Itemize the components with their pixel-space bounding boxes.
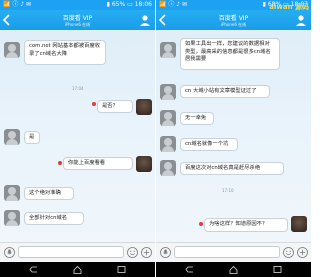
message-bubble: 全部针对cn域名 xyxy=(24,212,84,225)
contact-avatar[interactable] xyxy=(160,42,176,58)
timestamp: 17:04 xyxy=(72,86,84,91)
smiley-icon xyxy=(127,247,138,258)
recent-apps-icon xyxy=(273,266,282,273)
android-nav-bar xyxy=(0,262,155,277)
back-arrow-icon xyxy=(29,266,37,273)
unread-dot xyxy=(58,161,62,165)
timestamp: 17:10 xyxy=(222,188,234,193)
self-avatar[interactable] xyxy=(291,216,307,232)
microphone-icon xyxy=(160,247,171,258)
self-avatar[interactable] xyxy=(136,99,152,115)
android-nav-bar xyxy=(156,262,311,277)
voice-button[interactable] xyxy=(4,247,15,258)
contact-avatar[interactable] xyxy=(4,42,20,58)
more-button[interactable] xyxy=(297,247,308,258)
more-button[interactable] xyxy=(141,247,152,258)
message-bubble: 这个绝对准确 xyxy=(24,187,74,200)
left-chat-screen: 📶 ⓘ ♪ ✉ ▮ 65% ▭ 18:06 百度看 VIP iPhone6 在线… xyxy=(0,0,155,277)
nav-home-button[interactable] xyxy=(228,264,239,275)
screenshot-root: 📶 ⓘ ♪ ✉ ▮ 65% ▭ 18:06 百度看 VIP iPhone6 在线… xyxy=(0,0,311,277)
contact-profile-button[interactable] xyxy=(295,14,307,26)
message-bubble: cn 大域小站有文章模型证过了 xyxy=(180,85,270,98)
emoji-button[interactable] xyxy=(283,247,294,258)
contact-avatar[interactable] xyxy=(160,110,176,126)
battery-level: 65% xyxy=(111,1,126,8)
right-chat-screen: 📶 ⓘ ♪ ✉ ▮ 68% ▭ 18:07 百度看 VIP iPhone6 在线… xyxy=(156,0,311,277)
self-avatar[interactable] xyxy=(136,156,152,172)
message-input[interactable] xyxy=(174,246,280,258)
watermark: aiwan 源码 xyxy=(269,3,309,11)
plus-icon xyxy=(297,247,308,258)
nav-back-button[interactable] xyxy=(184,264,195,275)
clock: 18:06 xyxy=(134,1,152,8)
chat-subtitle: iPhone6 在线 xyxy=(64,22,91,27)
input-bar xyxy=(0,242,155,262)
nav-home-button[interactable] xyxy=(72,264,83,275)
message-bubble: 为啥这样？知道原因不？ xyxy=(204,218,288,232)
person-icon xyxy=(296,15,306,26)
message-bubble: 是 xyxy=(24,131,40,144)
smiley-icon xyxy=(283,247,294,258)
chat-header: 百度看 VIP iPhone6 在线 xyxy=(156,10,311,30)
unread-dot xyxy=(199,222,203,226)
recent-apps-icon xyxy=(117,266,126,273)
contact-avatar[interactable] xyxy=(160,84,176,100)
message-bubble: 无一幸免 xyxy=(180,112,214,125)
emoji-button[interactable] xyxy=(127,247,138,258)
nav-recent-button[interactable] xyxy=(272,264,283,275)
message-bubble: 百度这次对cn域名真是赶尽杀绝 xyxy=(180,162,284,175)
battery-icon: ▭ xyxy=(127,1,133,8)
unread-dot xyxy=(92,102,96,106)
contact-avatar[interactable] xyxy=(4,210,20,226)
back-arrow-icon xyxy=(185,266,193,273)
signal-icon: ▮ xyxy=(106,1,110,8)
signal-icon: ▮ xyxy=(262,1,266,8)
status-icons: 📶 ⓘ ♪ ✉ xyxy=(3,1,32,8)
input-bar xyxy=(156,242,311,262)
chat-header: 百度看 VIP iPhone6 在线 xyxy=(0,10,155,30)
message-bubble: 是否？ xyxy=(97,100,133,113)
contact-profile-button[interactable] xyxy=(139,14,151,26)
message-bubble: 如果工具出一样，您建议的数据相对类型，最高采的信息都是很多cn域名居我需要 xyxy=(180,38,280,70)
message-input[interactable] xyxy=(18,246,124,258)
chat-title: 百度看 VIP xyxy=(218,15,249,22)
plus-icon xyxy=(141,247,152,258)
status-icons: 📶 ⓘ ♪ ✉ xyxy=(159,1,188,8)
chat-title: 百度看 VIP xyxy=(62,15,93,22)
message-bubble: cn域名就像一个坑 xyxy=(180,138,238,151)
nav-recent-button[interactable] xyxy=(116,264,127,275)
status-bar: 📶 ⓘ ♪ ✉ ▮ 65% ▭ 18:06 xyxy=(0,0,155,10)
home-icon xyxy=(73,265,82,274)
nav-back-button[interactable] xyxy=(28,264,39,275)
message-bubble: com.net 网站基本都被百度收录了cn域名大降 xyxy=(24,40,106,65)
contact-avatar[interactable] xyxy=(160,136,176,152)
microphone-icon xyxy=(4,247,15,258)
person-icon xyxy=(140,15,150,26)
message-bubble: 你能上百度看看 xyxy=(63,157,133,170)
chat-subtitle: iPhone6 在线 xyxy=(220,22,247,27)
contact-avatar[interactable] xyxy=(4,129,20,145)
home-icon xyxy=(229,265,238,274)
contact-avatar[interactable] xyxy=(160,160,176,176)
voice-button[interactable] xyxy=(160,247,171,258)
contact-avatar[interactable] xyxy=(4,185,20,201)
